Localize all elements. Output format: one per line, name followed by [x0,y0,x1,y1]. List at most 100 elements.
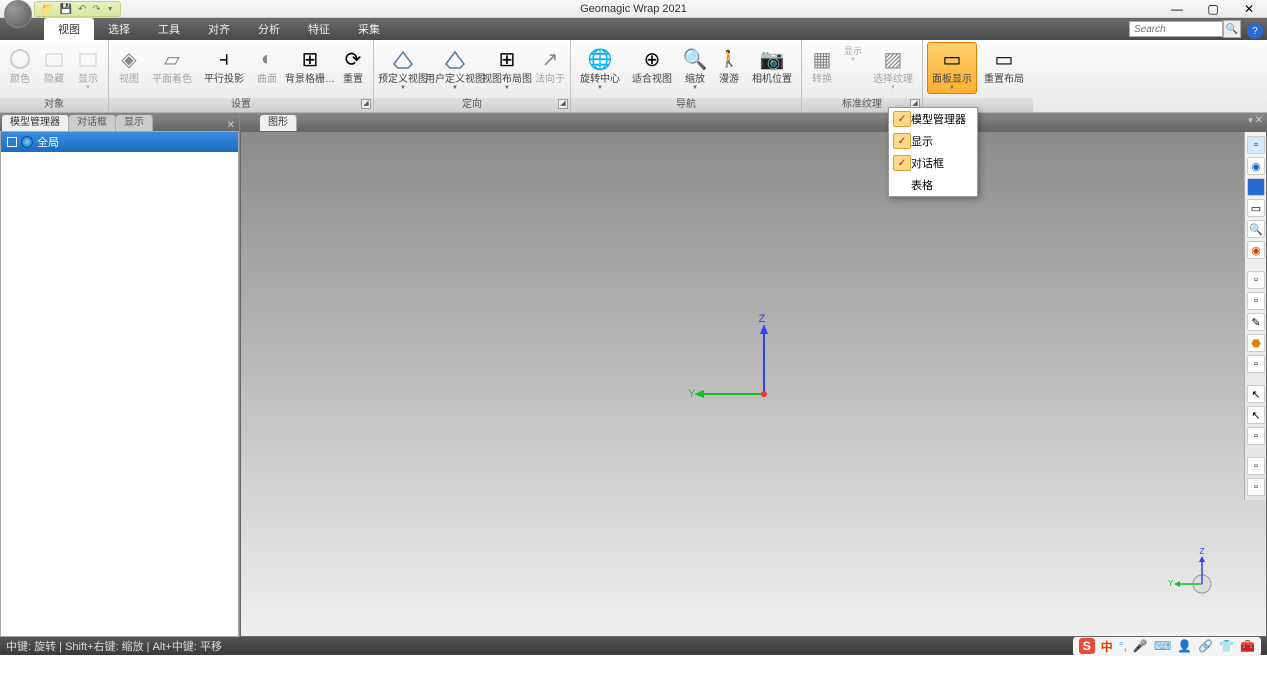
menu-item-dialog[interactable]: 对话框 [889,152,977,174]
svg-text:Z: Z [1200,548,1205,556]
btn-surface: ◐曲面 [251,42,283,88]
panel-display-menu: 模型管理器 显示 对话框 表格 [888,107,978,197]
quick-access-toolbar: 📁 💾 ↶ ↷ ▼ [34,1,121,17]
group-label-orient: 定向◢ [374,98,570,112]
rt-icon-10[interactable]: ⬣ [1247,334,1265,352]
svg-text:Z: Z [758,314,765,325]
btn-fit-view[interactable]: ⊕适合视图 [627,42,677,88]
group-label-object: 对象 [0,98,108,112]
btn-walk[interactable]: 🚶漫游 [713,42,745,88]
rt-icon-5[interactable]: 🔍 [1247,220,1265,238]
btn-reset[interactable]: ⟳重置 [337,42,369,88]
axis-gizmo-main: Z Y [684,314,824,454]
btn-select-tex: ▨选择纹理▼ [868,42,918,94]
rt-icon-12[interactable]: ↖ [1247,385,1265,403]
btn-transform-tex: ▦转换 [806,42,838,88]
btn-color: 颜色 [4,42,36,88]
rt-icon-11[interactable]: ▫ [1247,355,1265,373]
tab-select[interactable]: 选择 [94,18,144,40]
menu-item-model-mgr[interactable]: 模型管理器 [889,108,977,130]
qat-dropdown-icon[interactable]: ▼ [107,6,114,13]
tab-align[interactable]: 对齐 [194,18,244,40]
ribbon-tab-strip: 视图 选择 工具 对齐 分析 特征 采集 🔍 ? [0,18,1267,40]
btn-show: 显示▼ [72,42,104,94]
vp-dropdown-icon[interactable]: ▾ [1248,115,1253,126]
lp-tab-dialog[interactable]: 对话框 [69,115,116,131]
rt-icon-2[interactable]: ◉ [1247,157,1265,175]
menu-item-table[interactable]: 表格 [889,174,977,196]
tab-feature[interactable]: 特征 [294,18,344,40]
ime-badge-icon[interactable]: S [1079,638,1095,654]
qat-undo-icon[interactable]: ↶ [78,4,86,15]
search-input[interactable] [1129,21,1223,37]
ribbon: 颜色 隐藏 显示▼ 对象 ◈视图 ▱平面着色 ⫞平行投影 ◐曲面 ⊞背景格栅… … [0,40,1267,113]
lp-tab-display[interactable]: 显示 [116,115,153,131]
rt-icon-4[interactable]: ▭ [1247,199,1265,217]
btn-view-layout[interactable]: ⊞视图布局图▼ [482,42,532,94]
btn-panel-display[interactable]: ▭面板显示▼ [927,42,977,94]
btn-parallel-proj[interactable]: ⫞平行投影 [199,42,249,88]
vp-tab-graphics[interactable]: 图形 [260,115,297,131]
ime-skin-icon[interactable]: 👕 [1219,639,1234,653]
ime-lang[interactable]: 中 [1101,638,1113,655]
btn-viewmode: ◈视图 [113,42,145,88]
btn-flat-shade: ▱平面着色 [147,42,197,88]
ime-person-icon[interactable]: 👤 [1177,639,1192,653]
ime-toolbox-icon[interactable]: 🧰 [1240,639,1255,653]
tab-tools[interactable]: 工具 [144,18,194,40]
tree-expand-icon[interactable] [7,137,17,147]
btn-camera-pos[interactable]: 📷相机位置 [747,42,797,88]
axis-gizmo-mini[interactable]: Z Y [1166,548,1226,608]
rt-icon-16[interactable]: ▫ [1247,478,1265,496]
search-button[interactable]: 🔍 [1223,20,1241,38]
left-panel: 模型管理器 对话框 显示 ✕ 全局 [0,113,240,637]
qat-open-icon[interactable]: 📁 [41,4,53,15]
tab-capture[interactable]: 采集 [344,18,394,40]
ime-toolbar: S 中 °, 🎤 ⌨ 👤 🔗 👕 🧰 [1073,637,1261,656]
right-toolbar: ▫ ◉ ▭ 🔍 ◉ ▫ ▫ ✎ ⬣ ▫ ↖ ↖ ▫ ▫ ▫ [1244,132,1266,500]
ime-mic-icon[interactable]: 🎤 [1133,639,1148,653]
minimize-button[interactable]: — [1159,0,1195,18]
qat-save-icon[interactable]: 💾 [59,4,71,15]
title-bar: 📁 💾 ↶ ↷ ▼ Geomagic Wrap 2021 — ▢ ✕ [0,0,1267,18]
rt-icon-7[interactable]: ▫ [1247,271,1265,289]
btn-reset-layout[interactable]: ▭重置布局 [979,42,1029,88]
rt-icon-8[interactable]: ▫ [1247,292,1265,310]
app-menu-orb[interactable] [4,0,32,28]
rt-icon-9[interactable]: ✎ [1247,313,1265,331]
group-expander-orient[interactable]: ◢ [558,99,568,109]
svg-text:Y: Y [688,388,696,400]
maximize-button[interactable]: ▢ [1195,0,1231,18]
tree-root-global[interactable]: 全局 [1,132,238,152]
btn-normal-to: ↗法向于 [534,42,566,88]
btn-user-view[interactable]: 用户定义视图▼ [430,42,480,94]
rt-icon-1[interactable]: ▫ [1247,136,1265,154]
btn-rotate-center[interactable]: 🌐旋转中心▼ [575,42,625,94]
viewport-3d[interactable]: Z Y Z Y ▫ ◉ ▭ 🔍 [240,131,1267,637]
tab-view[interactable]: 视图 [44,18,94,40]
ime-link-icon[interactable]: 🔗 [1198,639,1213,653]
globe-icon [21,136,33,148]
rt-icon-14[interactable]: ▫ [1247,427,1265,445]
rt-icon-6[interactable]: ◉ [1247,241,1265,259]
group-label-settings: 设置◢ [109,98,373,112]
btn-predef-view[interactable]: 预定义视图▼ [378,42,428,94]
lp-tab-model-mgr[interactable]: 模型管理器 [2,115,69,131]
qat-redo-icon[interactable]: ↷ [92,4,100,15]
lp-close-icon[interactable]: ✕ [227,120,235,131]
btn-zoom[interactable]: 🔍缩放▼ [679,42,711,94]
btn-bg-grid[interactable]: ⊞背景格栅… [285,42,335,88]
menu-item-display[interactable]: 显示 [889,130,977,152]
tab-analyze[interactable]: 分析 [244,18,294,40]
rt-icon-15[interactable]: ▫ [1247,457,1265,475]
rt-icon-3[interactable] [1247,178,1265,196]
help-button[interactable]: ? [1247,23,1263,39]
ime-punct-icon[interactable]: °, [1119,639,1127,653]
rt-icon-13[interactable]: ↖ [1247,406,1265,424]
group-expander-settings[interactable]: ◢ [361,99,371,109]
btn-hide: 隐藏 [38,42,70,88]
vp-close-icon[interactable]: ✕ [1255,115,1263,126]
close-button[interactable]: ✕ [1231,0,1267,18]
ime-keyboard-icon[interactable]: ⌨ [1154,639,1171,653]
group-label-nav: 导航 [571,98,801,112]
